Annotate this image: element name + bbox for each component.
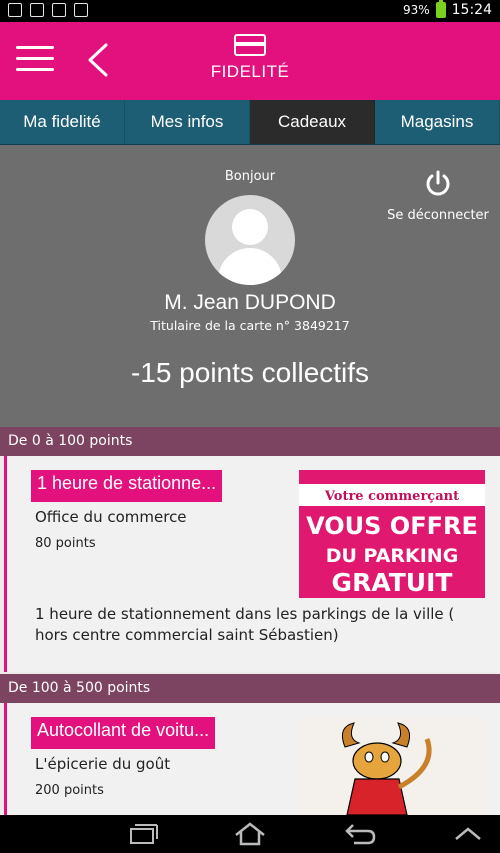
battery-percent: 93%: [402, 3, 430, 17]
section-header: De 0 à 100 points: [0, 427, 500, 456]
gift-title: 1 heure de stationne...: [31, 470, 223, 502]
tab-bar: Ma fidelité Mes infos Cadeaux Magasins: [0, 100, 500, 145]
logout-button[interactable]: Se déconnecter: [385, 170, 491, 226]
usb-icon: [8, 3, 22, 17]
chevron-up-icon[interactable]: [448, 821, 488, 847]
mail-icon: [52, 3, 66, 17]
card-icon: [234, 34, 266, 56]
tab-ma-fidelite[interactable]: Ma fidelité: [0, 100, 125, 144]
status-bar: 93% 15:24: [0, 0, 500, 22]
back-nav-icon[interactable]: [338, 821, 378, 847]
gift-image: [299, 717, 485, 815]
card-number: Titulaire de la carte n° 3849217: [150, 318, 350, 333]
image-icon: [30, 3, 44, 17]
gift-store: L'épicerie du goût: [35, 755, 171, 773]
profile-panel: Bonjour M. Jean DUPOND Titulaire de la c…: [0, 145, 500, 427]
system-nav-bar: [0, 815, 500, 853]
image-line-2: VOUS OFFRE: [306, 512, 478, 540]
tab-magasins[interactable]: Magasins: [375, 100, 500, 144]
battery-icon: [435, 0, 446, 18]
gift-item[interactable]: 1 heure de stationne... Office du commer…: [4, 456, 500, 672]
home-icon[interactable]: [230, 821, 270, 847]
power-icon: [426, 170, 450, 196]
gift-description: 1 heure de stationnement dans les parkin…: [35, 605, 455, 644]
gift-store: Office du commerce: [35, 508, 187, 526]
user-name: M. Jean DUPOND: [164, 291, 336, 314]
clock: 15:24: [451, 2, 492, 18]
user-avatar-icon: [205, 195, 295, 285]
user-notification-icon: [74, 3, 88, 17]
image-line-4: GRATUIT: [332, 568, 453, 597]
gift-image: Votre commerçant VOUS OFFRE DU PARKING G…: [299, 470, 485, 598]
section-header: De 100 à 500 points: [0, 674, 500, 703]
gift-title: Autocollant de voitu...: [31, 717, 216, 749]
tab-mes-infos[interactable]: Mes infos: [125, 100, 250, 144]
app-bar: FIDELITÉ: [0, 22, 500, 100]
tab-cadeaux[interactable]: Cadeaux: [250, 100, 375, 144]
app-title: FIDELITÉ: [210, 62, 290, 81]
logout-label: Se déconnecter: [387, 208, 489, 223]
recent-apps-icon[interactable]: [122, 821, 162, 847]
gift-item[interactable]: Autocollant de voitu... L'épicerie du go…: [4, 703, 500, 815]
image-line-3: DU PARKING: [326, 545, 459, 567]
gift-points: 200 points: [35, 783, 104, 798]
notification-icons: [8, 3, 88, 17]
image-line-1: Votre commerçant: [324, 489, 459, 504]
points-total: -15 points collectifs: [130, 357, 370, 388]
gift-points: 80 points: [35, 536, 96, 551]
